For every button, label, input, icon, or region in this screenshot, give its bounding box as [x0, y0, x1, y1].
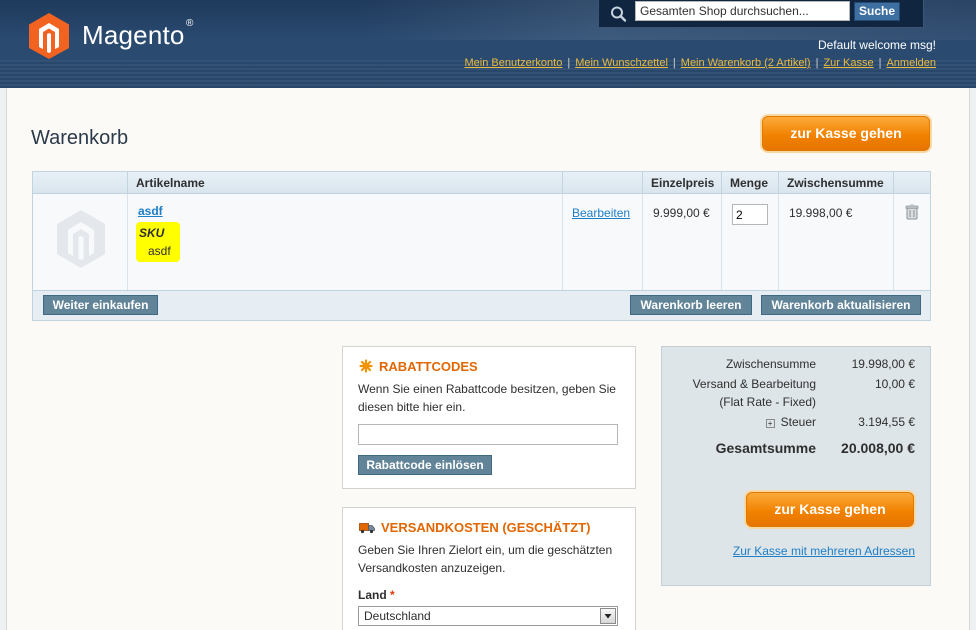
link-my-account[interactable]: Mein Benutzerkonto	[464, 57, 562, 69]
logo-registered-mark: ®	[186, 18, 194, 29]
edit-item-link[interactable]: Bearbeiten	[572, 206, 630, 220]
country-label-text: Land	[358, 588, 387, 602]
checkout-button-bottom[interactable]: zur Kasse gehen	[746, 492, 914, 527]
product-name-link[interactable]: asdf	[138, 204, 163, 218]
link-login[interactable]: Anmelden	[886, 57, 936, 69]
tax-value: 3.194,55 €	[858, 415, 915, 429]
link-separator: |	[567, 57, 571, 69]
grand-total-value: 20.008,00 €	[841, 440, 915, 456]
magento-logo[interactable]: Magento ®	[28, 12, 208, 60]
sku-value: asdf	[148, 244, 171, 258]
country-selected-value: Deutschland	[364, 609, 431, 623]
coupon-star-icon	[359, 359, 373, 373]
account-links: Mein Benutzerkonto | Mein Wunschzettel | Mei…	[464, 57, 936, 69]
coupon-title-text: RABATTCODES	[379, 359, 478, 374]
cart-table-footer: Weiter einkaufen Warenkorb leeren Warenk…	[33, 290, 930, 320]
clear-cart-button[interactable]: Warenkorb leeren	[630, 295, 752, 315]
site-header: Magento ® Suche Default welcome msg! Mei…	[0, 0, 976, 88]
shipping-description: Geben Sie Ihren Zielort ein, um die gesc…	[358, 543, 613, 575]
cart-table: Artikelname Einzelpreis Menge Zwischensu…	[32, 171, 931, 321]
cell-divider	[893, 194, 894, 290]
column-header-subtotal: Zwischensumme	[778, 172, 894, 194]
logo-text: Magento	[82, 20, 185, 50]
welcome-message: Default welcome msg!	[817, 38, 936, 52]
column-header-unit-price: Einzelpreis	[642, 172, 722, 194]
country-label: Land *	[358, 588, 395, 602]
continue-shopping-button[interactable]: Weiter einkaufen	[43, 295, 158, 315]
cart-totals-box: Zwischensumme 19.998,00 € Versand & Bear…	[661, 346, 931, 586]
required-marker: *	[390, 588, 395, 602]
link-wishlist[interactable]: Mein Wunschzettel	[575, 57, 668, 69]
row-subtotal: 19.998,00 €	[789, 206, 853, 220]
shipping-value: 10,00 €	[874, 377, 915, 391]
link-separator: |	[672, 57, 676, 69]
column-header-edit	[562, 172, 643, 194]
expand-tax-icon[interactable]: +	[765, 419, 775, 428]
search-input[interactable]	[635, 1, 850, 21]
shipping-title-text: VERSANDKOSTEN (GESCHÄTZT)	[381, 520, 591, 535]
coupon-title: RABATTCODES	[359, 359, 478, 374]
coupon-description: Wenn Sie einen Rabattcode besitzen, gebe…	[358, 382, 616, 414]
column-header-product-name: Artikelname	[127, 172, 563, 194]
coupon-code-input[interactable]	[358, 424, 618, 445]
chevron-down-icon[interactable]	[600, 608, 616, 624]
checkout-multiple-addresses-link[interactable]: Zur Kasse mit mehreren Adressen	[733, 544, 915, 558]
subtotal-label: Zwischensumme	[725, 357, 816, 371]
sku-label: SKU	[139, 226, 165, 240]
subtotal-value: 19.998,00 €	[851, 357, 915, 371]
unit-price: 9.999,00 €	[653, 206, 710, 220]
tax-label: Steuer	[780, 415, 816, 429]
truck-icon	[359, 523, 375, 534]
link-separator: |	[878, 57, 882, 69]
cell-divider	[778, 194, 779, 290]
cell-divider	[721, 194, 722, 290]
apply-coupon-button[interactable]: Rabattcode einlösen	[358, 455, 492, 475]
cart-table-header: Artikelname Einzelpreis Menge Zwischensu…	[33, 172, 930, 194]
shipping-label: Versand & Bearbeitung	[692, 377, 816, 391]
table-row: asdf SKU asdf Bearbeiten 9.999,00 € 19.9…	[33, 194, 930, 290]
shipping-estimate-box: VERSANDKOSTEN (GESCHÄTZT) Geben Sie Ihre…	[342, 507, 636, 630]
country-select[interactable]: Deutschland	[358, 606, 618, 626]
page-title: Warenkorb	[31, 127, 129, 149]
update-cart-button[interactable]: Warenkorb aktualisieren	[761, 295, 921, 315]
remove-item-icon[interactable]	[905, 204, 919, 220]
tax-row-label[interactable]: + Steuer	[765, 415, 816, 429]
link-my-cart[interactable]: Mein Warenkorb (2 Artikel)	[681, 57, 811, 69]
grand-total-label: Gesamtsumme	[715, 440, 816, 456]
shipping-title: VERSANDKOSTEN (GESCHÄTZT)	[359, 520, 590, 535]
shipping-method-label: (Flat Rate - Fixed)	[719, 395, 816, 409]
search-icon	[611, 6, 627, 22]
product-image-placeholder[interactable]	[55, 208, 107, 270]
link-separator: |	[815, 57, 819, 69]
cell-divider	[642, 194, 643, 290]
checkout-button-top[interactable]: zur Kasse gehen	[762, 116, 930, 151]
column-header-qty: Menge	[721, 172, 779, 194]
magento-logo-icon	[29, 13, 69, 59]
search-button[interactable]: Suche	[854, 2, 900, 21]
cell-divider	[127, 194, 128, 290]
cell-divider	[562, 194, 563, 290]
quantity-input[interactable]	[732, 204, 768, 225]
coupon-box: RABATTCODES Wenn Sie einen Rabattcode be…	[342, 346, 636, 489]
column-header-remove	[893, 172, 930, 194]
search-bar: Suche	[598, 0, 924, 28]
link-checkout[interactable]: Zur Kasse	[823, 57, 873, 69]
